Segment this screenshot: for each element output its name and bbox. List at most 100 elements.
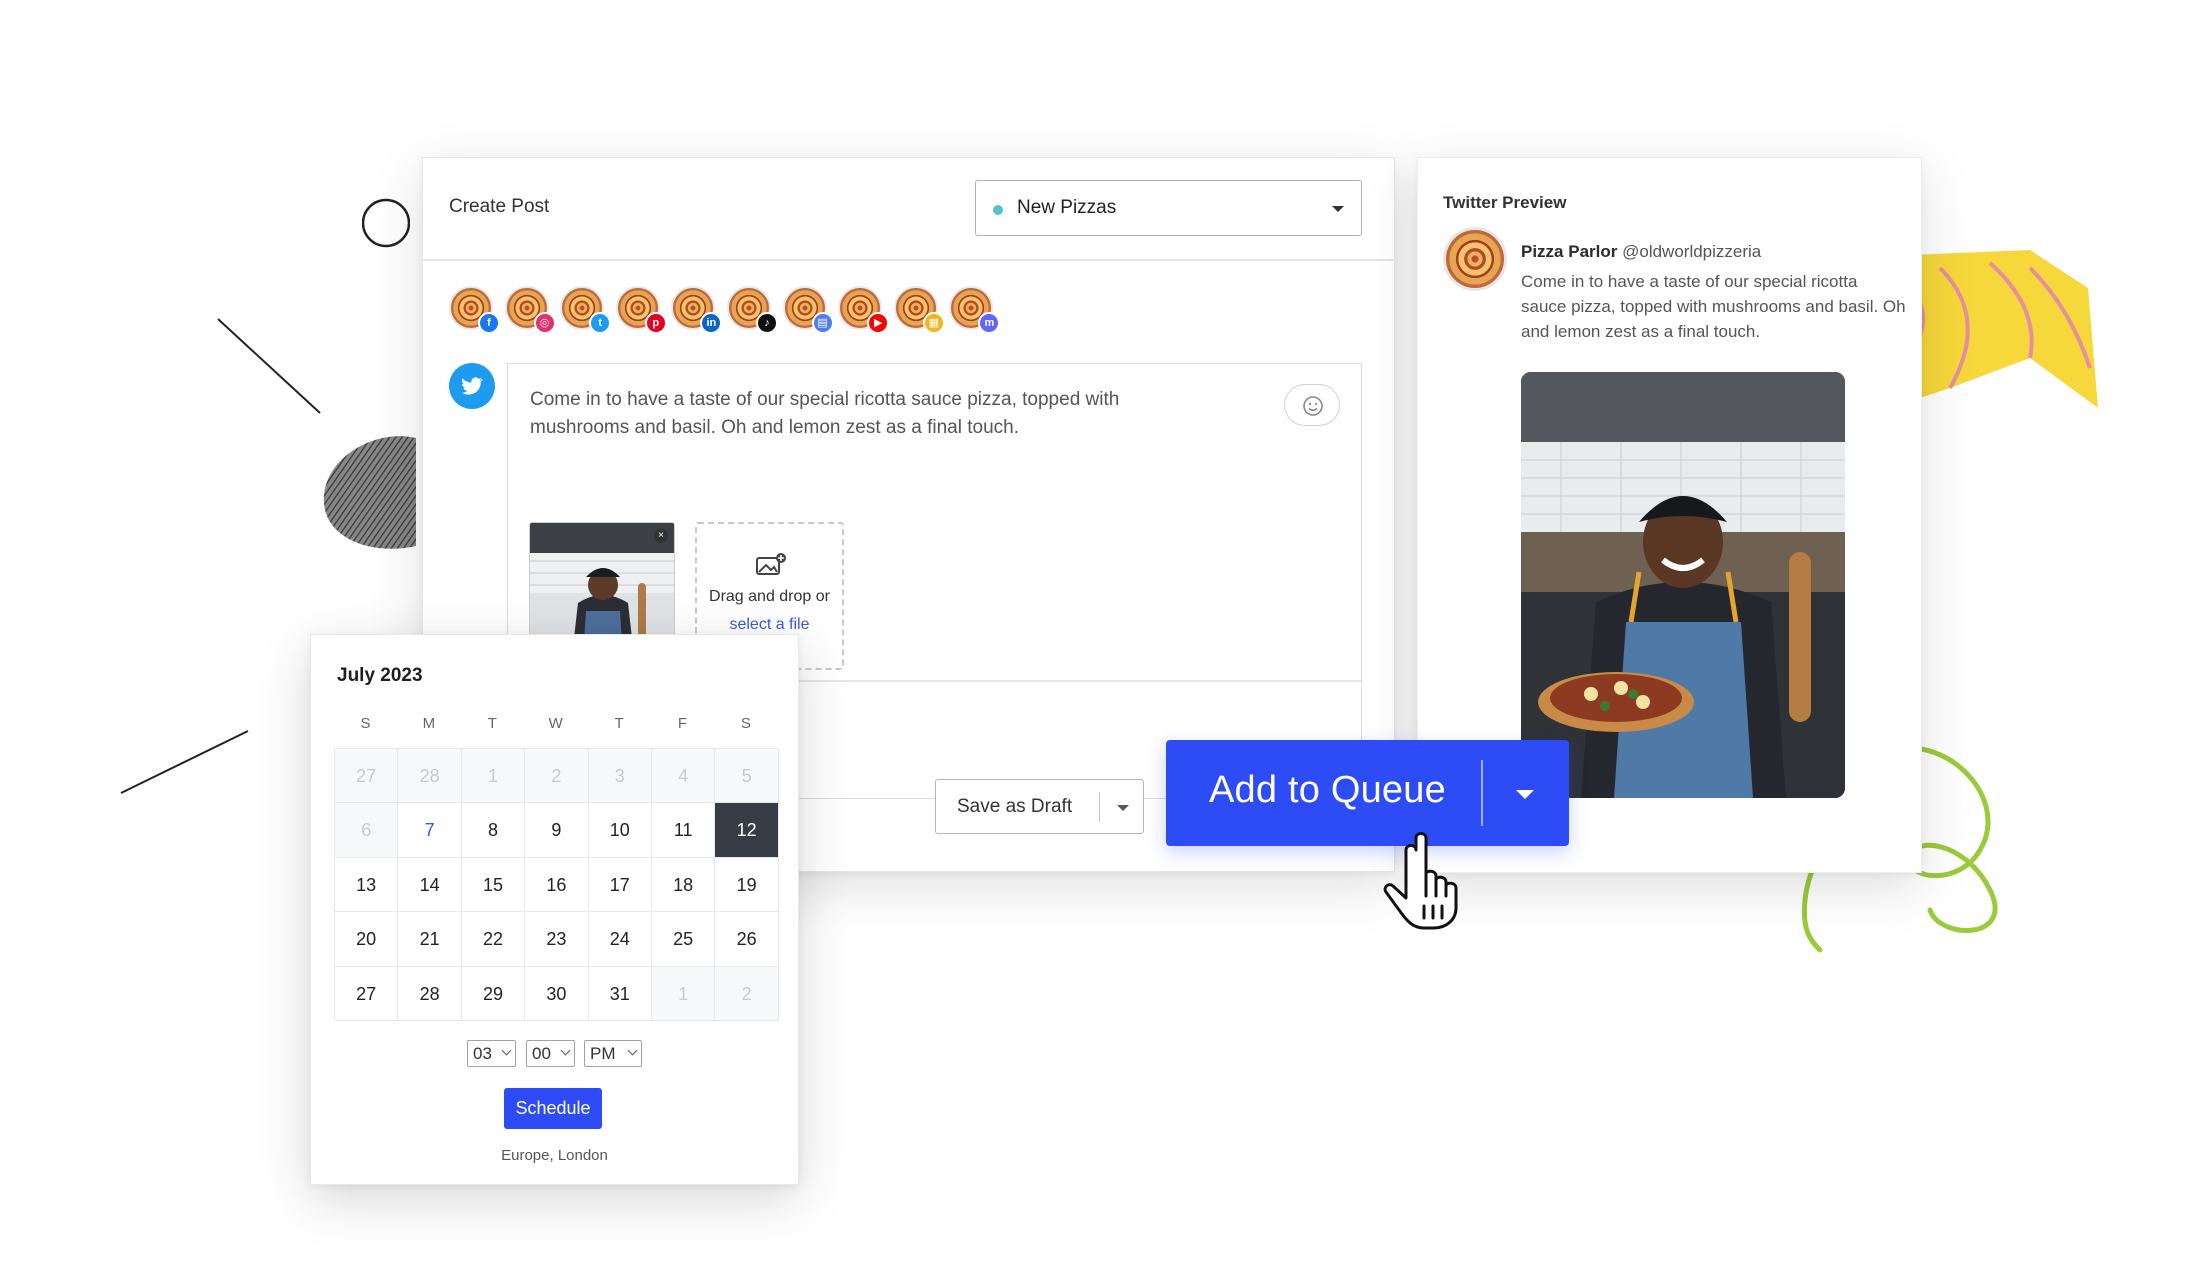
hour-value: 03 xyxy=(473,1044,492,1063)
calendar-day: 6 xyxy=(335,803,399,858)
composer-header: Create Post New Pizzas xyxy=(423,158,1394,261)
button-divider xyxy=(1099,792,1100,822)
mastodon-icon: m xyxy=(978,312,1001,334)
calendar-day: 27 xyxy=(335,749,399,804)
calendar-day[interactable]: 13 xyxy=(335,857,399,913)
campaign-label: New Pizzas xyxy=(1017,197,1117,218)
calendar-day[interactable]: 14 xyxy=(398,857,462,913)
calendar-day[interactable]: 20 xyxy=(335,912,399,967)
weekday-label: T xyxy=(487,715,497,732)
instagram-icon: ◎ xyxy=(533,312,556,334)
social-account-selector: f ◎ t p in ♪ ▤ ▶ ▦ m xyxy=(449,286,1249,334)
calendar-day[interactable]: 24 xyxy=(588,912,652,967)
calendar-day[interactable]: 8 xyxy=(461,803,526,858)
campaign-color-dot xyxy=(993,205,1003,215)
calendar-day[interactable]: 16 xyxy=(525,857,589,913)
meridiem-value: PM xyxy=(590,1044,616,1063)
calendar-day[interactable]: 22 xyxy=(461,912,526,967)
caret-down-icon[interactable] xyxy=(1117,805,1129,811)
blog-icon: ▦ xyxy=(922,312,945,334)
calendar-grid: 27 28 1 2 3 4 5 6 7 8 9 10 11 12 13 14 15 16 17 18 19 20 21 22 2… xyxy=(334,748,779,1021)
button-divider xyxy=(1481,760,1483,826)
calendar-day: 1 xyxy=(652,966,716,1021)
youtube-icon: ▶ xyxy=(867,312,890,334)
decorative-circle xyxy=(362,198,410,248)
calendar-day[interactable]: 17 xyxy=(588,857,652,913)
linkedin-icon: in xyxy=(700,312,723,334)
avatar xyxy=(1443,227,1507,291)
calendar-day: 1 xyxy=(461,749,526,804)
account-avatar[interactable]: t xyxy=(560,286,612,334)
meridiem-select[interactable]: PM xyxy=(584,1040,642,1067)
preview-display-name: Pizza Parlor xyxy=(1521,242,1618,261)
calendar-day[interactable]: 18 xyxy=(652,857,716,913)
post-text[interactable]: Come in to have a taste of our special r… xyxy=(530,386,1150,442)
weekday-label: F xyxy=(677,715,688,732)
account-avatar[interactable]: ▦ xyxy=(893,286,945,334)
calendar-day[interactable]: 19 xyxy=(715,857,779,913)
twitter-icon xyxy=(449,363,495,409)
calendar-day[interactable]: 21 xyxy=(398,912,462,967)
account-avatar[interactable]: ♪ xyxy=(727,286,778,334)
save-as-draft-button[interactable]: Save as Draft xyxy=(935,779,1144,834)
twitter-icon: t xyxy=(589,312,612,334)
calendar-day: 4 xyxy=(652,749,716,804)
dropzone-text: Drag and drop or xyxy=(709,588,830,605)
weekday-label: T xyxy=(614,715,624,732)
tiktok-icon: ♪ xyxy=(756,312,778,334)
select-file-link[interactable]: select a file xyxy=(697,616,842,634)
calendar-day[interactable]: 25 xyxy=(652,912,716,967)
weekday-label: W xyxy=(548,715,563,732)
preview-author: Pizza Parlor @oldworldpizzeria xyxy=(1521,242,1761,262)
calendar-day[interactable]: 11 xyxy=(652,803,716,858)
calendar-day[interactable]: 9 xyxy=(525,803,589,858)
calendar-day-selected[interactable]: 12 xyxy=(715,803,779,858)
decorative-line xyxy=(217,318,321,414)
account-avatar[interactable]: f xyxy=(449,286,500,334)
calendar-day: 3 xyxy=(588,749,652,804)
chevron-down-icon xyxy=(501,1045,512,1056)
minute-value: 00 xyxy=(532,1044,551,1063)
preview-handle: @oldworldpizzeria xyxy=(1622,242,1762,261)
schedule-calendar: July 2023 SMTWTFS 27 28 1 2 3 4 5 6 7 8 9 10 11 12 13 1… xyxy=(310,634,799,1185)
account-avatar[interactable]: ▤ xyxy=(782,286,834,334)
chevron-down-icon xyxy=(560,1045,571,1056)
account-avatar[interactable]: p xyxy=(615,286,667,334)
preview-image xyxy=(1521,372,1845,798)
account-avatar[interactable]: in xyxy=(671,286,723,334)
caret-down-icon[interactable] xyxy=(1516,790,1534,799)
calendar-day: 28 xyxy=(398,749,462,804)
calendar-day[interactable]: 29 xyxy=(461,966,526,1021)
schedule-button[interactable]: Schedule xyxy=(504,1088,602,1129)
account-avatar[interactable]: m xyxy=(949,286,1001,334)
campaign-select[interactable]: New Pizzas xyxy=(975,180,1362,236)
calendar-day[interactable]: 15 xyxy=(461,857,526,913)
chevron-down-icon xyxy=(627,1045,638,1056)
google-business-icon: ▤ xyxy=(811,312,834,334)
calendar-day[interactable]: 28 xyxy=(398,966,462,1021)
account-avatar[interactable]: ▶ xyxy=(838,286,890,334)
decorative-line xyxy=(120,730,249,794)
add-image-icon xyxy=(756,553,786,575)
calendar-day[interactable]: 7 xyxy=(398,803,462,858)
calendar-day[interactable]: 27 xyxy=(335,966,399,1021)
weekday-label: S xyxy=(360,715,371,732)
calendar-day[interactable]: 23 xyxy=(525,912,589,967)
emoji-button[interactable] xyxy=(1284,384,1340,426)
facebook-icon: f xyxy=(478,312,500,334)
minute-select[interactable]: 00 xyxy=(526,1040,575,1067)
decorative-scribble-blob xyxy=(323,436,416,549)
calendar-day[interactable]: 30 xyxy=(525,966,589,1021)
add-to-queue-label: Add to Queue xyxy=(1209,769,1446,811)
composer-title: Create Post xyxy=(449,196,550,217)
hour-select[interactable]: 03 xyxy=(467,1040,516,1067)
weekday-label: S xyxy=(740,715,751,732)
preview-title: Twitter Preview xyxy=(1443,193,1567,212)
calendar-day[interactable]: 26 xyxy=(715,912,779,967)
account-avatar[interactable]: ◎ xyxy=(504,286,556,334)
add-to-queue-button[interactable]: Add to Queue xyxy=(1166,740,1569,846)
calendar-day[interactable]: 31 xyxy=(588,966,652,1021)
remove-image-icon[interactable]: × xyxy=(654,529,668,543)
calendar-day[interactable]: 10 xyxy=(588,803,652,858)
calendar-day: 5 xyxy=(715,749,779,804)
